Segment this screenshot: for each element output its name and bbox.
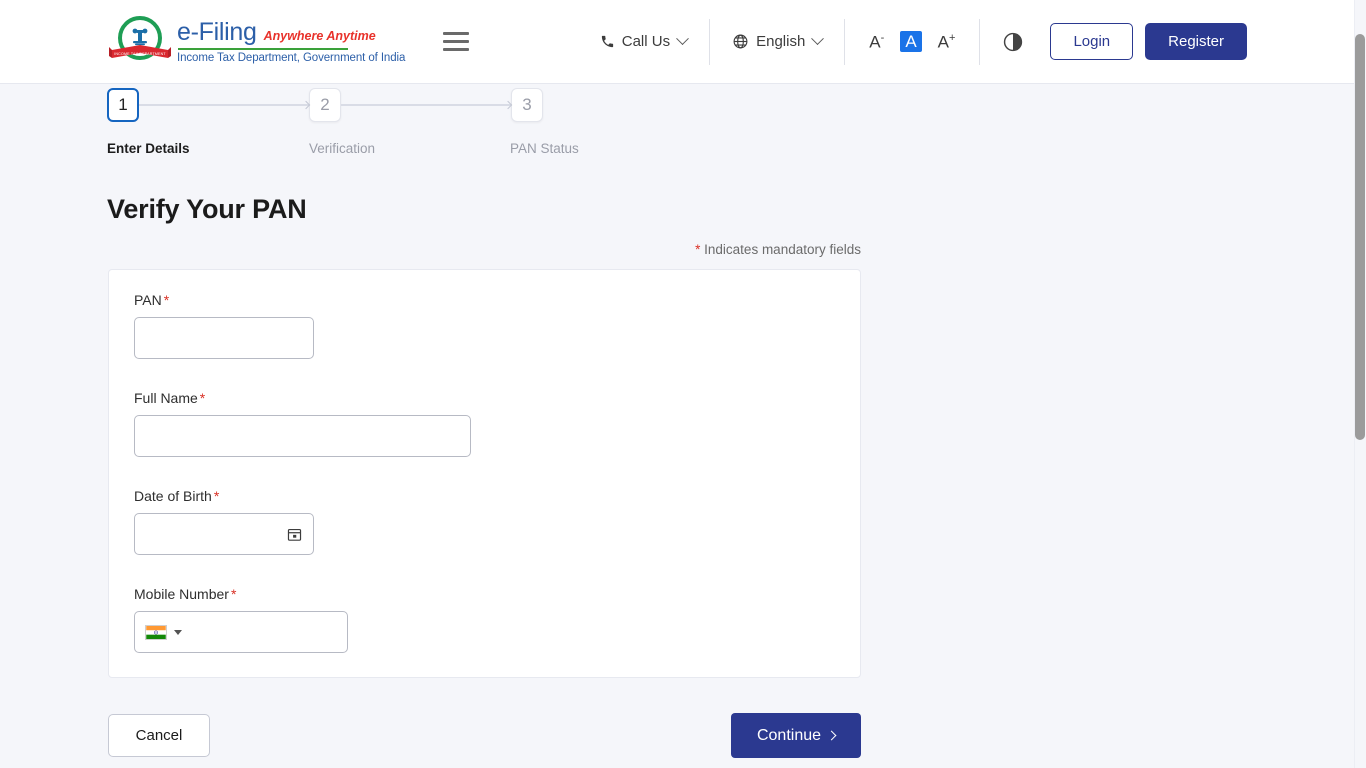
step-1-enter-details[interactable]: 1 (107, 88, 139, 122)
cancel-button[interactable]: Cancel (108, 714, 210, 757)
brand-logo[interactable]: सत्यमेव जयते INCOME TAX DEPARTMENT e-Fil… (107, 14, 405, 70)
chevron-down-icon (811, 32, 825, 46)
calendar-icon[interactable] (286, 526, 303, 543)
register-button[interactable]: Register (1145, 23, 1247, 60)
date-of-birth-input[interactable] (134, 513, 314, 555)
phone-icon (600, 34, 615, 49)
step-connector-2 (341, 100, 513, 110)
page-title: Verify Your PAN (107, 194, 307, 224)
logo-divider-rule (178, 47, 348, 50)
stepper-steps: 1 2 3 (107, 88, 807, 122)
full-name-input[interactable] (134, 415, 471, 457)
step-2-label: Verification (309, 141, 376, 156)
hamburger-bar (443, 40, 470, 43)
india-flag-icon (145, 624, 167, 640)
brand-tagline: Anywhere Anytime (263, 28, 376, 43)
brand-name: e-Filing (177, 17, 257, 46)
date-of-birth-field-group: Date of Birth * (134, 488, 314, 555)
mandatory-note-text: Indicates mandatory fields (704, 242, 861, 257)
pan-label: PAN * (134, 292, 170, 308)
login-button[interactable]: Login (1050, 23, 1134, 60)
header-divider (709, 18, 711, 65)
date-of-birth-label: Date of Birth * (134, 488, 220, 504)
contrast-toggle-icon[interactable] (1002, 31, 1024, 53)
step-3-pan-status[interactable]: 3 (511, 88, 543, 122)
site-header: सत्यमेव जयते INCOME TAX DEPARTMENT e-Fil… (0, 0, 1354, 84)
mandatory-fields-note: * Indicates mandatory fields (107, 242, 861, 257)
language-selector[interactable]: English (732, 32, 825, 50)
department-name: Income Tax Department, Government of Ind… (177, 51, 406, 64)
font-size-controls: A- A A+ (867, 31, 957, 52)
header-actions: Call Us English A- A A+ Login Register (600, 0, 1354, 84)
hamburger-bar (443, 32, 470, 35)
header-divider (979, 18, 981, 65)
chevron-down-icon (676, 32, 689, 46)
pan-input[interactable] (134, 317, 314, 359)
call-us-menu[interactable]: Call Us (600, 32, 689, 50)
progress-stepper: 1 2 3 Enter Details Verification PAN Sta… (107, 88, 807, 158)
hamburger-menu-icon[interactable] (443, 31, 470, 53)
header-divider (844, 18, 846, 65)
normal-font-size-button[interactable]: A (900, 31, 922, 52)
continue-label: Continue (756, 726, 822, 744)
continue-button[interactable]: Continue (731, 713, 861, 758)
call-us-label: Call Us (621, 33, 671, 50)
increase-font-size-button[interactable]: A+ (936, 32, 958, 52)
verify-pan-form-card: PAN * Full Name * Date of Birth * Mobile… (108, 269, 861, 678)
chevron-right-icon (826, 730, 837, 741)
decrease-font-size-button[interactable]: A- (867, 32, 886, 52)
full-name-label: Full Name * (134, 390, 206, 406)
chevron-down-icon (174, 629, 182, 635)
hamburger-bar (443, 48, 470, 51)
mobile-number-input[interactable] (134, 611, 348, 653)
step-3-label: PAN Status (510, 141, 579, 156)
pan-field-group: PAN * (134, 292, 314, 359)
country-code-selector[interactable] (145, 624, 182, 640)
svg-text:INCOME TAX DEPARTMENT: INCOME TAX DEPARTMENT (114, 52, 166, 56)
mobile-number-field-group: Mobile Number * (134, 586, 348, 653)
income-tax-department-emblem-icon: सत्यमेव जयते INCOME TAX DEPARTMENT (107, 14, 173, 70)
step-1-label: Enter Details (107, 141, 190, 156)
page-scrollbar-track[interactable] (1354, 0, 1366, 768)
step-2-verification[interactable]: 2 (309, 88, 341, 122)
globe-icon (732, 33, 749, 50)
step-connector-1 (139, 100, 311, 110)
mandatory-star: * (695, 242, 701, 257)
mobile-number-label: Mobile Number * (134, 586, 237, 602)
page-scrollbar-thumb[interactable] (1355, 34, 1365, 440)
language-label: English (756, 33, 806, 50)
full-name-field-group: Full Name * (134, 390, 471, 457)
